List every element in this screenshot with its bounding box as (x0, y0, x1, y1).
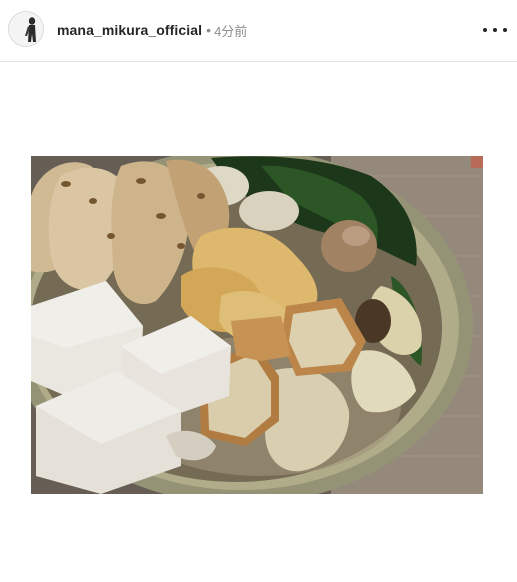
post-time[interactable]: 4分前 (214, 21, 247, 40)
post-image[interactable] (31, 156, 483, 494)
more-options-icon (483, 28, 487, 32)
username[interactable]: mana_mikura_official (57, 22, 202, 38)
more-options-icon-dot (503, 28, 507, 32)
avatar[interactable] (8, 11, 44, 47)
meta-separator: • (206, 22, 212, 38)
avatar-icon (9, 12, 43, 46)
more-options-button[interactable] (483, 20, 507, 40)
more-options-icon-dot (493, 28, 497, 32)
post-meta: mana_mikura_official • 4分前 (57, 21, 247, 39)
post-header: mana_mikura_official • 4分前 (0, 0, 517, 62)
